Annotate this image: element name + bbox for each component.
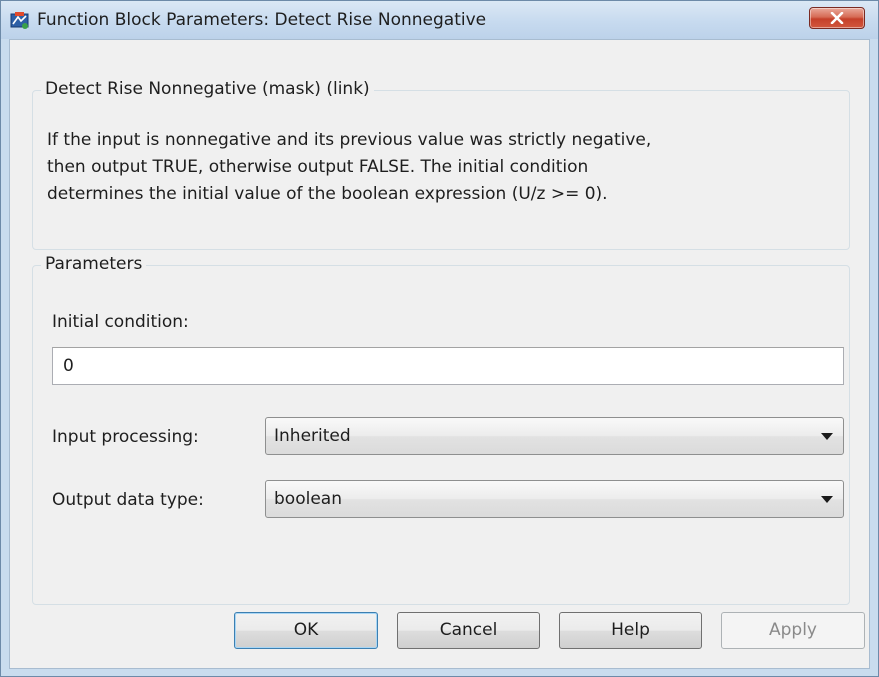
parameters-group-title: Parameters <box>41 254 147 274</box>
description-line: determines the initial value of the bool… <box>47 184 608 204</box>
initial-condition-input[interactable] <box>52 347 844 385</box>
dialog-body: Detect Rise Nonnegative (mask) (link) If… <box>9 39 870 669</box>
output-data-type-value: boolean <box>274 489 342 509</box>
ok-button[interactable]: OK <box>234 612 378 649</box>
description-group: Detect Rise Nonnegative (mask) (link) If… <box>32 79 850 250</box>
input-processing-label: Input processing: <box>52 427 199 447</box>
parameters-group: Parameters Initial condition: Input proc… <box>32 254 850 605</box>
help-button[interactable]: Help <box>559 612 702 649</box>
close-icon <box>830 12 844 24</box>
apply-button[interactable]: Apply <box>721 612 865 649</box>
input-processing-value: Inherited <box>274 426 351 446</box>
cancel-button[interactable]: Cancel <box>397 612 540 649</box>
chevron-down-icon <box>821 433 833 440</box>
description-group-title: Detect Rise Nonnegative (mask) (link) <box>41 79 374 99</box>
simulink-block-icon <box>10 11 29 30</box>
dialog-window: Function Block Parameters: Detect Rise N… <box>0 0 879 677</box>
input-processing-select[interactable]: Inherited <box>265 417 844 455</box>
output-data-type-label: Output data type: <box>52 490 204 510</box>
description-text: If the input is nonnegative and its prev… <box>47 127 847 208</box>
initial-condition-label: Initial condition: <box>52 312 189 332</box>
window-title: Function Block Parameters: Detect Rise N… <box>37 10 487 30</box>
title-bar[interactable]: Function Block Parameters: Detect Rise N… <box>1 1 878 39</box>
chevron-down-icon <box>821 496 833 503</box>
description-line: then output TRUE, otherwise output FALSE… <box>47 157 589 177</box>
description-line: If the input is nonnegative and its prev… <box>47 130 652 150</box>
close-button[interactable] <box>809 7 865 29</box>
output-data-type-select[interactable]: boolean <box>265 480 844 518</box>
